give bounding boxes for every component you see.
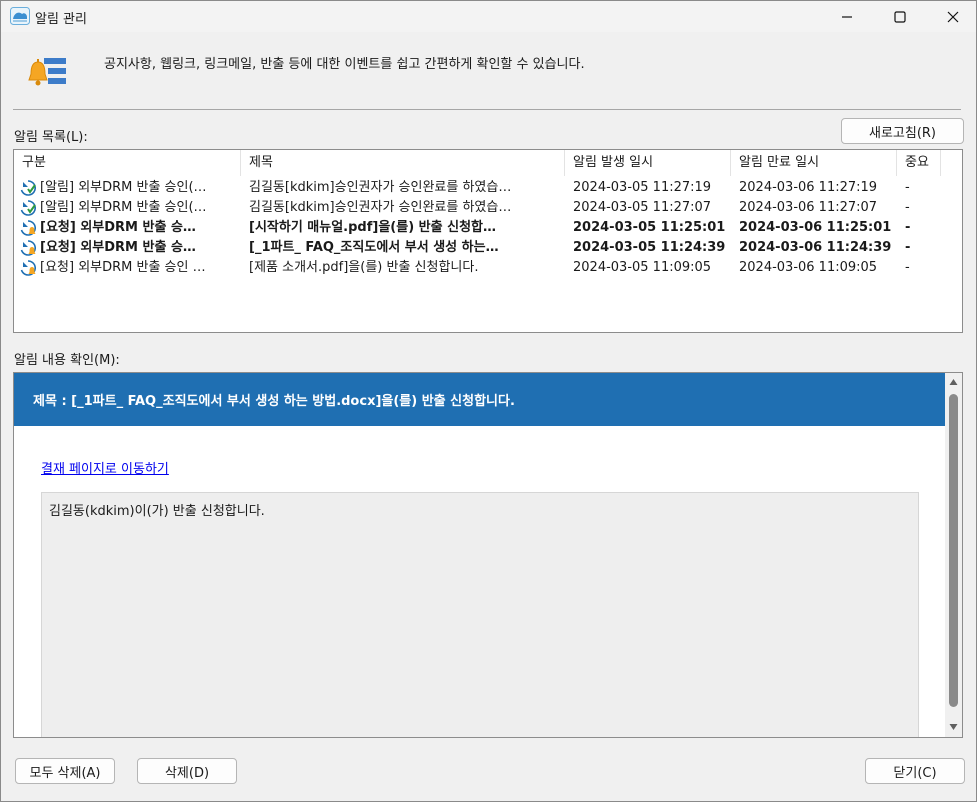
row-subject: [시작하기 매뉴얼.pdf]을(를) 반출 신청합… [249,220,496,235]
approved-icon [20,180,36,196]
window-title: 알림 관리 [35,12,87,27]
app-logo-icon [10,7,30,25]
alarm-list-label: 알림 목록(L): [14,130,88,145]
request-icon [20,220,36,236]
request-icon [20,260,36,276]
column-header-end[interactable]: 알림 만료 일시 [731,150,897,176]
alarm-list[interactable]: 구분 제목 알림 발생 일시 알림 만료 일시 중요 [알림] 외부DRM 반출… [13,149,963,333]
approval-page-link[interactable]: 결재 페이지로 이동하기 [41,458,169,477]
detail-body-text: 김길동(kdkim)이(가) 반출 신청합니다. [49,504,265,519]
row-type: [요청] 외부DRM 반출 승… [40,220,196,235]
list-row[interactable]: [알림] 외부DRM 반출 승인(… 김길동[kdkim]승인권자가 승인완료를… [14,178,962,198]
row-start-time: 2024-03-05 11:09:05 [573,260,712,275]
alarm-manager-window: 알림 관리 공지사항, 웹링크, 링크메일, 반출 등에 대한 이벤트를 쉽고 … [0,0,977,802]
scroll-up-icon[interactable] [949,378,958,386]
header-divider [13,109,961,110]
column-header-type[interactable]: 구분 [14,150,241,176]
close-window-button[interactable] [930,1,976,32]
minimize-button[interactable] [824,1,870,32]
row-subject: 김길동[kdkim]승인권자가 승인완료를 하였습… [249,180,512,195]
row-start-time: 2024-03-05 11:25:01 [573,220,726,235]
row-type: [요청] 외부DRM 반출 승인 … [40,260,206,275]
row-end-time: 2024-03-06 11:27:07 [739,200,878,215]
detail-scrollbar[interactable] [945,373,962,737]
row-type: [알림] 외부DRM 반출 승인(… [40,180,207,195]
row-type: [알림] 외부DRM 반출 승인(… [40,200,207,215]
row-important: - [905,180,910,195]
close-icon [947,11,959,22]
bell-list-icon [28,58,66,86]
column-header-subject[interactable]: 제목 [241,150,565,176]
row-start-time: 2024-03-05 11:24:39 [573,240,726,255]
row-subject: [제품 소개서.pdf]을(를) 반출 신청합니다. [249,260,479,275]
approved-icon [20,200,36,216]
minimize-icon [842,15,852,18]
scroll-down-icon[interactable] [949,723,958,731]
row-important: - [905,200,910,215]
list-row[interactable]: [요청] 외부DRM 반출 승… [시작하기 매뉴얼.pdf]을(를) 반출 신… [14,218,962,238]
detail-content-box: 김길동(kdkim)이(가) 반출 신청합니다. [41,492,919,737]
row-end-time: 2024-03-06 11:24:39 [739,240,892,255]
row-subject: 김길동[kdkim]승인권자가 승인완료를 하였습… [249,200,512,215]
header-description: 공지사항, 웹링크, 링크메일, 반출 등에 대한 이벤트를 쉽고 간편하게 확… [104,57,585,72]
maximize-icon [894,10,906,23]
list-row[interactable]: [요청] 외부DRM 반출 승인 … [제품 소개서.pdf]을(를) 반출 신… [14,258,962,278]
alarm-detail-label: 알림 내용 확인(M): [14,353,120,368]
detail-title-bar: 제목 : [_1파트_ FAQ_조직도에서 부서 생성 하는 방법.docx]을… [14,373,947,426]
row-type: [요청] 외부DRM 반출 승… [40,240,196,255]
list-header: 구분 제목 알림 발생 일시 알림 만료 일시 중요 [14,150,962,176]
detail-title: 제목 : [_1파트_ FAQ_조직도에서 부서 생성 하는 방법.docx]을… [33,394,515,409]
list-row[interactable]: [요청] 외부DRM 반출 승… [_1파트_ FAQ_조직도에서 부서 생성 … [14,238,962,258]
refresh-button[interactable]: 새로고침(R) [841,118,964,144]
close-button[interactable]: 닫기(C) [865,758,965,784]
maximize-button[interactable] [877,1,923,32]
row-important: - [905,240,911,255]
delete-all-button[interactable]: 모두 삭제(A) [15,758,115,784]
alarm-detail-panel: 제목 : [_1파트_ FAQ_조직도에서 부서 생성 하는 방법.docx]을… [13,372,963,738]
row-end-time: 2024-03-06 11:27:19 [739,180,878,195]
delete-button[interactable]: 삭제(D) [137,758,237,784]
list-row[interactable]: [알림] 외부DRM 반출 승인(… 김길동[kdkim]승인권자가 승인완료를… [14,198,962,218]
row-end-time: 2024-03-06 11:25:01 [739,220,892,235]
column-header-important[interactable]: 중요 [897,150,941,176]
row-subject: [_1파트_ FAQ_조직도에서 부서 생성 하는… [249,240,499,255]
row-end-time: 2024-03-06 11:09:05 [739,260,878,275]
column-header-start[interactable]: 알림 발생 일시 [565,150,731,176]
scrollbar-thumb[interactable] [949,394,958,707]
title-bar: 알림 관리 [1,1,976,32]
row-important: - [905,260,910,275]
row-start-time: 2024-03-05 11:27:19 [573,180,712,195]
row-start-time: 2024-03-05 11:27:07 [573,200,712,215]
row-important: - [905,220,911,235]
request-icon [20,240,36,256]
